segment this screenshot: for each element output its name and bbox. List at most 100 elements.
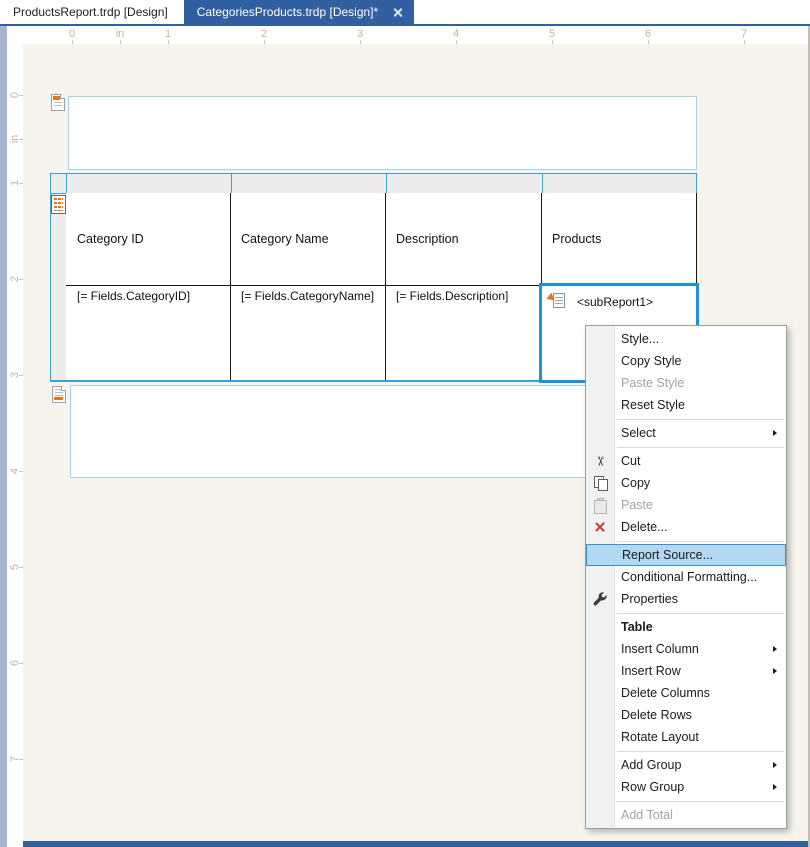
menu-item-label: Copy Style — [621, 354, 682, 368]
page-header-band-icon[interactable] — [51, 94, 65, 111]
table-header-cell[interactable]: Products — [541, 193, 697, 285]
page-footer-band-icon[interactable] — [52, 386, 66, 403]
wrench-icon — [591, 591, 609, 607]
menu-item-style[interactable]: Style... — [586, 328, 786, 350]
menu-item-label: Add Group — [621, 758, 682, 772]
menu-item-copy[interactable]: Copy — [586, 472, 786, 494]
menu-item-label: Paste — [621, 498, 653, 512]
copy-icon — [591, 475, 609, 491]
menu-item-label: Row Group — [621, 780, 685, 794]
v-ruler-tick — [19, 183, 23, 184]
h-ruler-tick — [264, 40, 265, 44]
menu-item-copy-style[interactable]: Copy Style — [586, 350, 786, 372]
menu-item-report-source[interactable]: Report Source... — [586, 544, 786, 566]
h-ruler-tick — [360, 40, 361, 44]
menu-item-delete-columns[interactable]: Delete Columns — [586, 682, 786, 704]
menu-item-label: Reset Style — [621, 398, 685, 412]
table-row-selector-column[interactable] — [50, 193, 67, 382]
h-ruler-label: 0 — [68, 28, 76, 40]
page-footer-icon-accent — [54, 397, 63, 400]
selector-column-border — [386, 174, 387, 193]
menu-item-label: Insert Row — [621, 664, 681, 678]
selector-column-border — [542, 174, 543, 193]
subreport-icon — [546, 292, 566, 309]
close-icon[interactable] — [392, 7, 403, 18]
menu-item-label: Delete Columns — [621, 686, 710, 700]
page-corner-fold — [61, 386, 66, 391]
cut-icon: ✂ — [592, 455, 608, 467]
menu-item-rotate-layout[interactable]: Rotate Layout — [586, 726, 786, 748]
v-ruler-tick — [19, 567, 23, 568]
menu-item-table-header: Table — [586, 616, 786, 638]
h-ruler-tick — [72, 40, 73, 44]
selector-column-border — [231, 174, 232, 193]
h-ruler-tick — [648, 40, 649, 44]
menu-item-delete[interactable]: Delete... — [586, 516, 786, 538]
table-data-cell[interactable]: [= Fields.Description] — [385, 289, 541, 303]
menu-item-row-group[interactable]: Row Group — [586, 776, 786, 798]
menu-item-conditional-formatting[interactable]: Conditional Formatting... — [586, 566, 786, 588]
h-ruler-label: 2 — [260, 28, 268, 40]
menu-item-paste: Paste — [586, 494, 786, 516]
column-border — [230, 193, 231, 285]
page-header-icon-accent — [53, 96, 60, 100]
v-ruler-tick — [19, 139, 23, 140]
menu-item-add-group[interactable]: Add Group — [586, 754, 786, 776]
menu-item-label: Table — [621, 620, 653, 634]
menu-item-select[interactable]: Select — [586, 422, 786, 444]
v-ruler-tick — [19, 759, 23, 760]
column-border — [541, 193, 542, 285]
report-designer-window: ProductsReport.trdp [Design] CategoriesP… — [0, 0, 810, 847]
context-menu: Style... Copy Style Paste Style Reset Style… — [585, 325, 787, 829]
menu-item-insert-column[interactable]: Insert Column — [586, 638, 786, 660]
menu-separator — [617, 612, 784, 614]
h-ruler-label: 7 — [740, 28, 748, 40]
menu-item-insert-row[interactable]: Insert Row — [586, 660, 786, 682]
h-ruler-label: 5 — [548, 28, 556, 40]
submenu-arrow-icon — [773, 783, 777, 790]
tab-products-report[interactable]: ProductsReport.trdp [Design] — [0, 0, 181, 24]
menu-item-paste-style: Paste Style — [586, 372, 786, 394]
menu-separator — [617, 446, 784, 448]
table-data-cell[interactable]: [= Fields.CategoryName] — [230, 289, 385, 303]
menu-item-label: Delete... — [621, 520, 668, 534]
v-ruler-tick — [19, 375, 23, 376]
submenu-arrow-icon — [773, 645, 777, 652]
table-data-cell[interactable]: [= Fields.CategoryID] — [66, 289, 230, 303]
h-ruler-tick — [744, 40, 745, 44]
menu-item-label: Conditional Formatting... — [621, 570, 758, 584]
menu-item-reset-style[interactable]: Reset Style — [586, 394, 786, 416]
h-ruler-tick — [552, 40, 553, 44]
tab-label: CategoriesProducts.trdp [Design]* — [196, 5, 379, 19]
menu-item-label: Add Total — [621, 808, 673, 822]
menu-item-label: Insert Column — [621, 642, 699, 656]
h-ruler-label: 6 — [644, 28, 652, 40]
h-ruler-label: 3 — [356, 28, 364, 40]
h-ruler-tick — [168, 40, 169, 44]
table-header-row: Category ID Category Name Description Produ… — [66, 193, 697, 286]
menu-item-label: Style... — [621, 332, 660, 346]
tab-categories-products[interactable]: CategoriesProducts.trdp [Design]* — [183, 0, 415, 24]
column-border — [230, 286, 231, 381]
detail-table-icon[interactable] — [51, 195, 66, 214]
table-header-cell[interactable]: Description — [385, 193, 541, 285]
menu-item-label: Rotate Layout — [621, 730, 699, 744]
submenu-arrow-icon — [773, 761, 777, 768]
menu-item-delete-rows[interactable]: Delete Rows — [586, 704, 786, 726]
menu-item-label: Copy — [621, 476, 651, 490]
table-corner-selector[interactable] — [50, 173, 67, 194]
menu-item-label: Paste Style — [621, 376, 685, 390]
menu-item-cut[interactable]: ✂ Cut — [586, 450, 786, 472]
horizontal-ruler: 0 in 1 2 3 4 5 6 7 — [7, 26, 810, 44]
h-ruler-label: in — [115, 28, 125, 40]
page-header-band[interactable] — [68, 96, 697, 170]
document-tab-bar: ProductsReport.trdp [Design] CategoriesP… — [0, 0, 810, 26]
table-header-cell[interactable]: Category Name — [230, 193, 385, 285]
table-icon-grid — [54, 198, 63, 211]
menu-item-label: Report Source... — [622, 548, 714, 562]
table-column-selector-row[interactable] — [66, 173, 697, 194]
menu-item-properties[interactable]: Properties — [586, 588, 786, 610]
v-ruler-tick — [19, 663, 23, 664]
table-header-cell[interactable]: Category ID — [66, 193, 230, 285]
menu-item-label: Cut — [621, 454, 641, 468]
